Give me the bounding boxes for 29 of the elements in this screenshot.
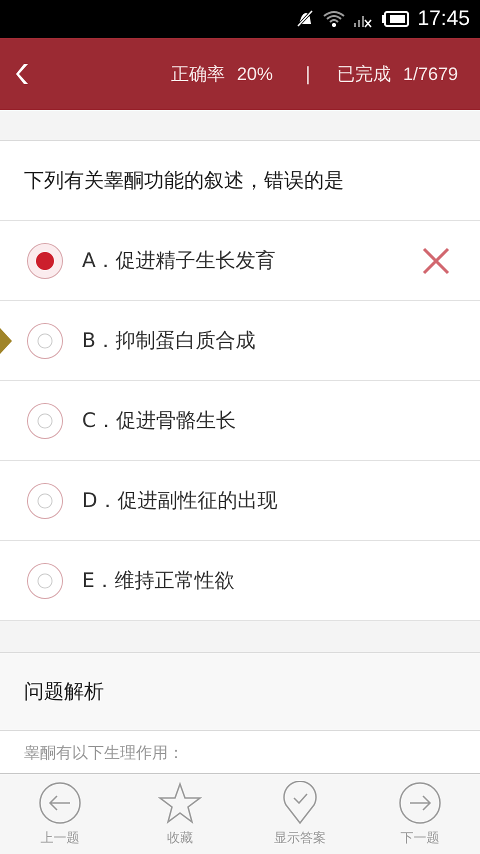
radio-button[interactable] [26,402,64,440]
option-text: A．促进精子生长发育 [82,247,277,274]
completed-count: 1/7679 [402,64,458,84]
accuracy-value: 20% [236,64,273,84]
separator: | [304,64,311,84]
back-icon[interactable] [16,63,30,85]
radio-button[interactable] [26,482,64,520]
radio-button[interactable] [26,322,64,360]
completed-label: 已完成 [336,63,391,86]
answer-option[interactable]: B．抑制蛋白质合成 [0,301,480,381]
battery-icon [381,11,410,27]
analysis-text: 睾酮有以下生理作用： [0,731,480,773]
answer-option[interactable]: C．促进骨骼生长 [0,381,480,461]
option-text: D．促进副性征的出现 [82,487,278,514]
answer-option[interactable]: A．促进精子生长发育 [0,221,480,301]
question-text: 下列有关睾酮功能的叙述，错误的是 [0,141,480,221]
answer-option[interactable]: D．促进副性征的出现 [0,461,480,541]
mute-icon [295,10,316,28]
answer-option[interactable]: E．维持正常性欲 [0,541,480,621]
option-text: C．促进骨骼生长 [82,407,237,434]
option-text: B．抑制蛋白质合成 [82,327,257,354]
accuracy-label: 正确率 [170,63,225,86]
radio-button[interactable] [26,242,64,280]
star-icon [158,781,202,825]
radio-button[interactable] [26,562,64,600]
clock-time: 17:45 [417,7,470,31]
option-text: E．维持正常性欲 [82,567,236,594]
wifi-icon [323,10,346,28]
analysis-title: 问题解析 [0,653,480,731]
